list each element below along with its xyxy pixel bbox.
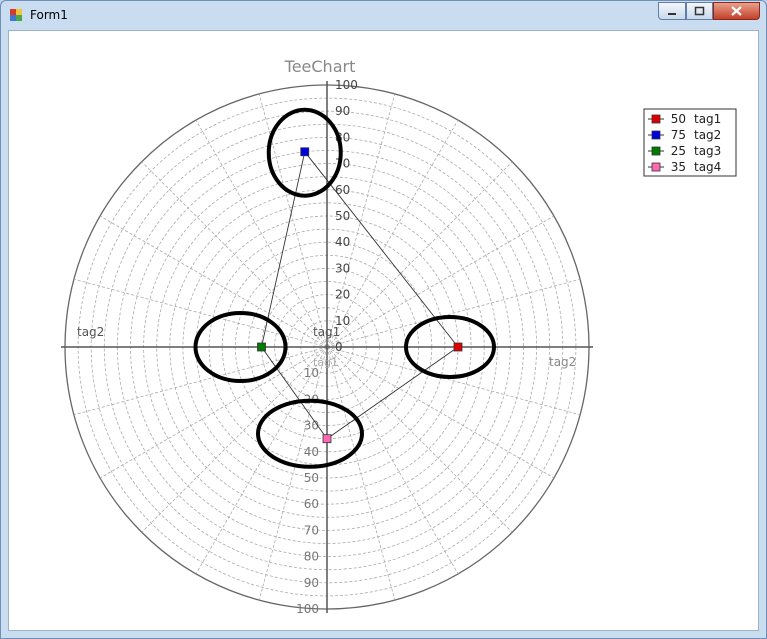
close-button[interactable] (713, 2, 760, 20)
angle-label-left: tag2 (77, 325, 104, 339)
legend-value: 25 (671, 144, 686, 158)
data-point-tag2 (300, 147, 310, 157)
legend-value: 75 (671, 128, 686, 142)
axis-tick-label-up: 30 (335, 261, 350, 275)
axis-tick-label-down: 50 (304, 471, 319, 485)
axis-tick-label-up: 100 (335, 78, 358, 92)
legend-label: tag3 (694, 144, 721, 158)
polar-chart: 0102030405060708090100102030405060708090… (61, 57, 737, 616)
axis-tick-label-down: 40 (304, 445, 319, 459)
angle-label-right: tag2 (549, 355, 576, 369)
angle-label-center-lower: tag1 (313, 356, 338, 369)
polar-grid (61, 81, 593, 613)
grid-spoke (73, 278, 328, 348)
axis-tick-label-down: 100 (296, 602, 319, 616)
maximize-icon (694, 6, 705, 16)
grid-spoke (326, 161, 513, 348)
data-point-tag3 (257, 342, 266, 352)
axis-tick-label-down: 60 (304, 497, 319, 511)
form-client-area: 0 10 20 30 40 50 60 70 80 90 100 10 20 30 40 50 60 70 80 90… (8, 30, 759, 631)
axis-tick-label-up: 0 (335, 340, 343, 354)
axis-tick-label-down: 70 (304, 523, 319, 537)
legend-label: tag4 (694, 160, 721, 174)
legend-value: 35 (671, 160, 686, 174)
angle-label-center-upper: tag1 (313, 325, 340, 339)
axis-tick-label-down: 80 (304, 550, 319, 564)
chart-legend: 50 tag1 75 tag2 25 tag3 35 tag4 (643, 108, 737, 177)
legend-label: tag1 (694, 112, 721, 126)
grid-spoke (258, 93, 328, 348)
data-point-tag4 (322, 434, 332, 444)
axis-tick-label-down: 90 (304, 576, 319, 590)
minimize-button[interactable] (658, 2, 686, 20)
minimize-icon (668, 13, 676, 15)
axis-tick-label-up: 20 (335, 288, 350, 302)
close-icon (731, 6, 742, 16)
chart-title: TeeChart (284, 57, 356, 76)
legend-value: 50 (671, 112, 686, 126)
grid-spoke (141, 161, 328, 348)
app-icon (10, 9, 22, 21)
axis-tick-label-up: 40 (335, 235, 350, 249)
axis-tick-label-up: 50 (335, 209, 350, 223)
axis-tick-label-up: 60 (335, 183, 350, 197)
form1-window: Form1 0 10 20 30 40 50 60 70 80 90 100 10 20 30 40 50 60… (0, 0, 767, 639)
title-bar[interactable]: Form1 (1, 1, 766, 29)
legend-marker (651, 146, 661, 156)
window-title: Form1 (30, 8, 68, 22)
axis-tick-label-up: 90 (335, 104, 350, 118)
data-point-tag1 (453, 342, 463, 352)
grid-spoke (99, 215, 328, 348)
grid-spoke (99, 346, 328, 479)
legend-label: tag2 (694, 128, 721, 142)
legend-marker (651, 114, 661, 124)
axis-tick-label-down: 30 (304, 419, 319, 433)
maximize-button[interactable] (686, 2, 713, 20)
grid-spoke (141, 346, 328, 533)
legend-marker (651, 162, 661, 172)
legend-marker (651, 130, 661, 140)
